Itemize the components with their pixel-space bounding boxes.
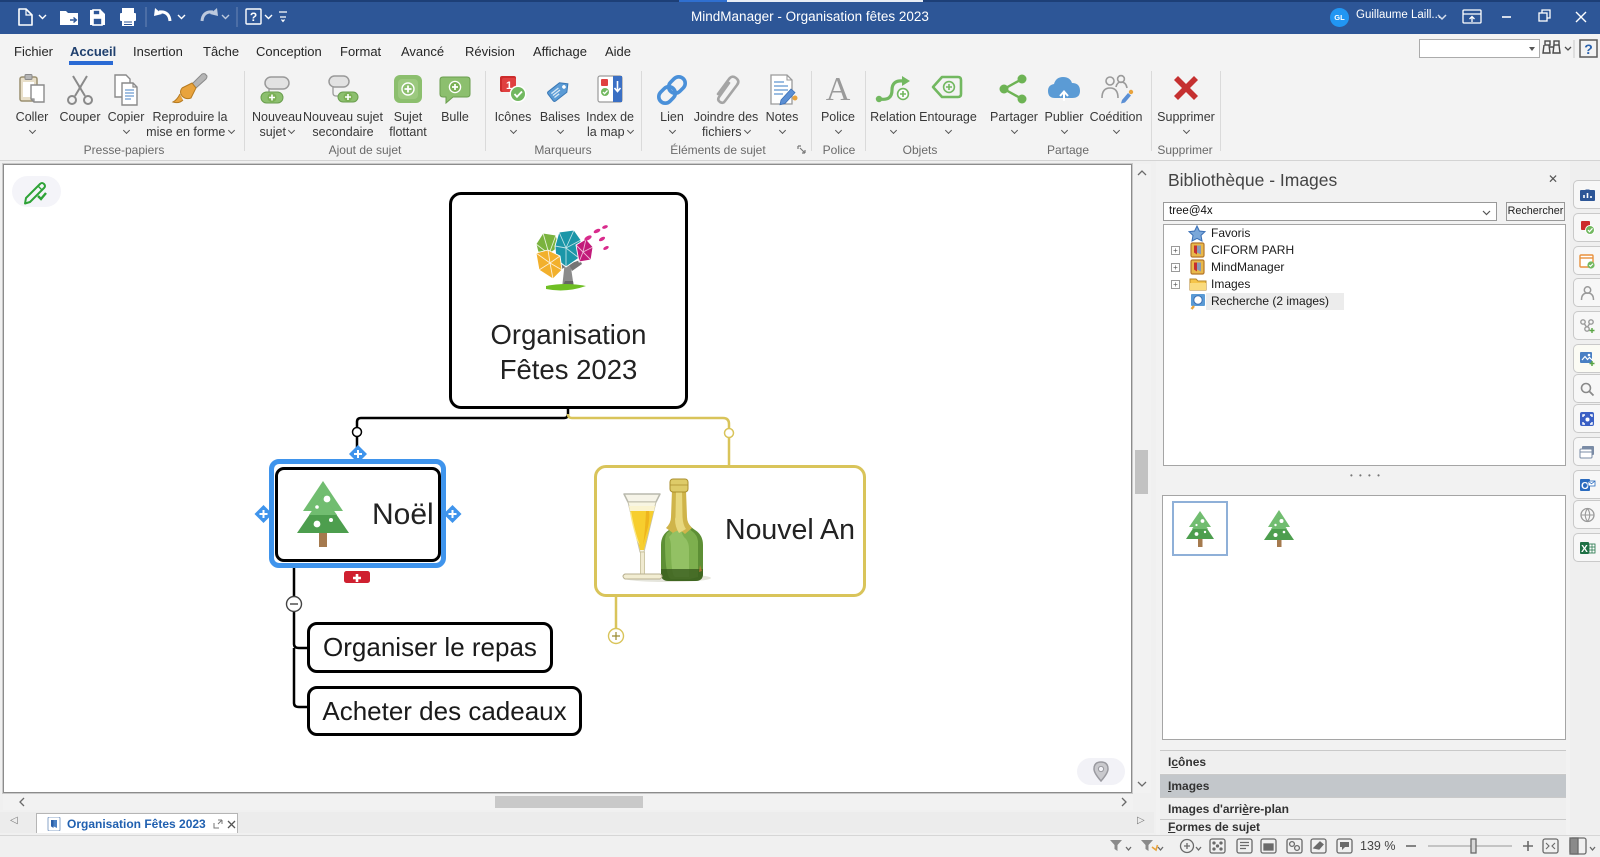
svg-text:?: ? — [1584, 41, 1593, 57]
svg-text:139 %: 139 % — [1360, 839, 1395, 853]
svg-text:X: X — [1581, 544, 1588, 555]
